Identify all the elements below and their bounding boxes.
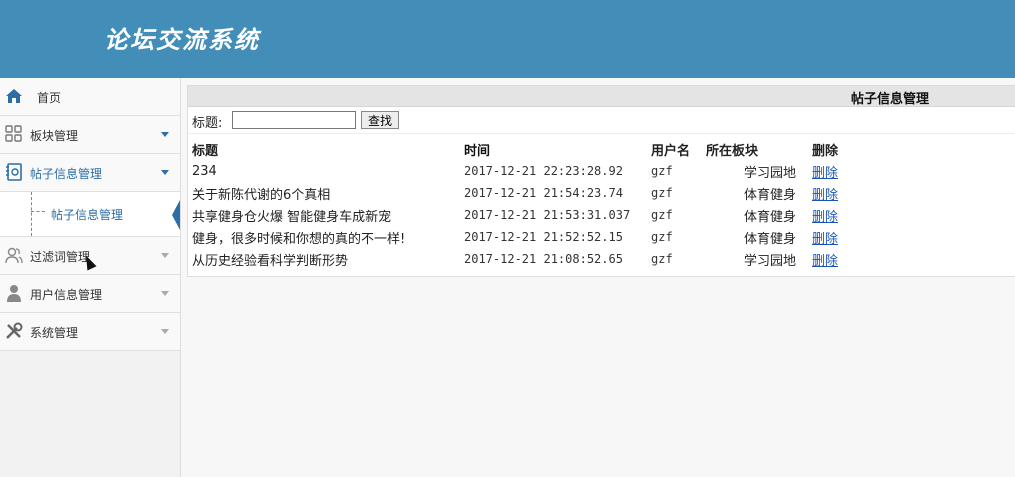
chevron-down-icon <box>161 170 169 175</box>
post-time: 2017-12-21 21:08:52.65 <box>464 252 623 266</box>
delete-link[interactable]: 删除 <box>812 166 838 181</box>
sidebar-item-label: 过滤词管理 <box>30 250 91 264</box>
main-panel: 帖子信息管理 标题: 查找 标题 时间 用户名 所在板块 删除 234 2017… <box>187 85 1015 277</box>
sidebar-item-label: 首页 <box>37 91 62 105</box>
chevron-down-icon <box>161 253 169 258</box>
search-bar: 标题: 查找 <box>188 107 1015 134</box>
sidebar-item-label: 帖子信息管理 <box>30 167 103 181</box>
post-time: 2017-12-21 22:23:28.92 <box>464 164 623 178</box>
sidebar-subitem-label: 帖子信息管理 <box>51 208 124 222</box>
page-title: 帖子信息管理 <box>851 92 930 107</box>
sidebar-item-system[interactable]: 系统管理 <box>0 313 180 351</box>
post-user: gzf <box>651 186 673 200</box>
delete-link[interactable]: 删除 <box>812 254 838 269</box>
post-board: 学习园地 <box>743 253 796 269</box>
user-icon <box>7 285 21 302</box>
chevron-down-icon <box>161 132 169 137</box>
post-book-icon <box>6 163 22 181</box>
post-title: 234 <box>192 163 217 179</box>
post-user: gzf <box>651 230 673 244</box>
post-time: 2017-12-21 21:52:52.15 <box>464 230 623 244</box>
home-icon <box>6 89 22 103</box>
table-row: 共享健身仓火爆 智能健身车成新宠 2017-12-21 21:53:31.037… <box>192 204 882 226</box>
post-board: 体育健身 <box>743 231 796 247</box>
title-search-input[interactable] <box>232 111 356 129</box>
tree-branch <box>31 211 45 212</box>
chevron-down-icon <box>161 291 169 296</box>
app-brand: 论坛交流系统 <box>104 25 260 54</box>
post-user: gzf <box>651 252 673 266</box>
tree-line <box>31 192 32 236</box>
delete-link[interactable]: 删除 <box>812 188 838 203</box>
table-row: 从历史经验看科学判断形势 2017-12-21 21:08:52.65 gzf … <box>192 248 882 270</box>
post-board: 体育健身 <box>743 187 796 203</box>
post-title: 共享健身仓火爆 智能健身车成新宠 <box>192 209 392 225</box>
post-board: 学习园地 <box>743 165 796 181</box>
post-title: 健身，很多时候和你想的真的不一样! <box>192 231 406 247</box>
tools-icon <box>6 322 23 339</box>
active-marker-icon <box>172 200 180 230</box>
chevron-down-icon <box>161 329 169 334</box>
sidebar-item-posts[interactable]: 帖子信息管理 <box>0 154 180 192</box>
post-time: 2017-12-21 21:54:23.74 <box>464 186 623 200</box>
grid-icon <box>5 125 22 142</box>
col-title: 标题 <box>192 143 219 159</box>
header-bar: 论坛交流系统 <box>0 0 1015 78</box>
sidebar-item-label: 板块管理 <box>30 129 79 143</box>
post-title: 关于新陈代谢的6个真相 <box>192 187 331 203</box>
users-icon <box>5 247 23 264</box>
posts-table: 标题 时间 用户名 所在板块 删除 234 2017-12-21 22:23:2… <box>192 138 882 270</box>
post-user: gzf <box>651 208 673 222</box>
sidebar-subitem-posts[interactable]: 帖子信息管理 <box>0 192 180 237</box>
col-delete: 删除 <box>812 143 839 159</box>
search-label: 标题: <box>192 116 223 131</box>
post-board: 体育健身 <box>743 209 796 225</box>
delete-link[interactable]: 删除 <box>812 232 838 247</box>
col-user: 用户名 <box>651 143 691 159</box>
col-board: 所在板块 <box>706 143 759 159</box>
delete-link[interactable]: 删除 <box>812 210 838 225</box>
post-user: gzf <box>651 164 673 178</box>
search-button[interactable]: 查找 <box>361 111 399 129</box>
sidebar-item-label: 用户信息管理 <box>30 288 103 302</box>
post-title: 从历史经验看科学判断形势 <box>192 253 349 269</box>
panel-header: 帖子信息管理 <box>188 86 1015 107</box>
sidebar: 首页 板块管理 帖子信息管理 帖子信息管理 过滤词管理 用户信息管理 系统管理 <box>0 78 181 477</box>
sidebar-item-home[interactable]: 首页 <box>0 78 180 116</box>
table-header-row: 标题 时间 用户名 所在板块 删除 <box>192 138 882 160</box>
sidebar-item-boards[interactable]: 板块管理 <box>0 116 180 154</box>
sidebar-item-users[interactable]: 用户信息管理 <box>0 275 180 313</box>
col-time: 时间 <box>464 143 491 159</box>
post-time: 2017-12-21 21:53:31.037 <box>464 208 631 222</box>
table-row: 234 2017-12-21 22:23:28.92 gzf 学习园地 删除 <box>192 160 882 182</box>
sidebar-item-label: 系统管理 <box>30 326 79 340</box>
table-row: 健身，很多时候和你想的真的不一样! 2017-12-21 21:52:52.15… <box>192 226 882 248</box>
table-row: 关于新陈代谢的6个真相 2017-12-21 21:54:23.74 gzf 体… <box>192 182 882 204</box>
